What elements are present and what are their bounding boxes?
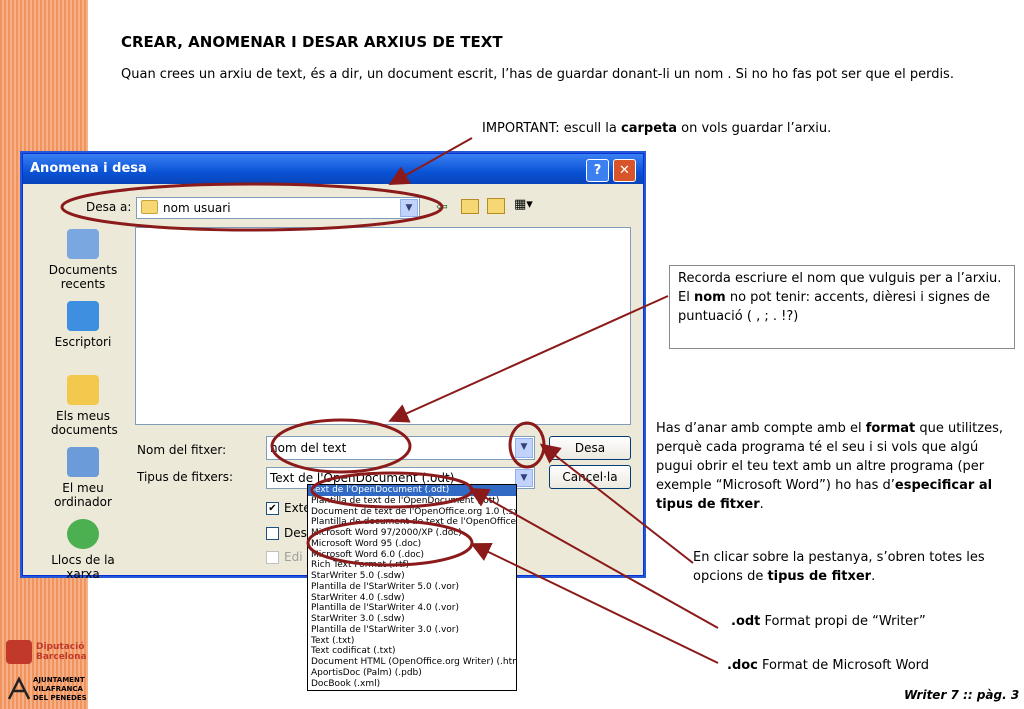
filetype-option[interactable]: Plantilla de l'StarWriter 3.0 (.vor) bbox=[308, 625, 516, 636]
filetype-option[interactable]: DocBook (.xml) bbox=[308, 679, 516, 690]
filetype-option[interactable]: StarWriter 5.0 (.sdw) bbox=[308, 571, 516, 582]
filename-note-box: Recorda escriure el nom que vulguis per … bbox=[669, 265, 1015, 349]
page-footer: Writer 7 :: pàg. 3 bbox=[904, 688, 1020, 702]
filetype-label: Tipus de fitxers: bbox=[137, 470, 234, 484]
filetype-option[interactable]: StarWriter 3.0 (.sdw) bbox=[308, 614, 516, 625]
folder-icon bbox=[141, 200, 158, 214]
save-in-value: nom usuari bbox=[163, 201, 231, 215]
recent-documents-icon bbox=[67, 229, 99, 259]
filetype-option[interactable]: Text de l'OpenDocument (.odt) bbox=[308, 485, 516, 496]
desktop-icon bbox=[67, 301, 99, 331]
dialog-title: Anomena i desa bbox=[30, 161, 147, 176]
back-icon[interactable]: ⇦ bbox=[436, 199, 448, 215]
filetype-option[interactable]: Plantilla de l'StarWriter 5.0 (.vor) bbox=[308, 582, 516, 593]
place-recent[interactable]: Documents recents bbox=[33, 229, 133, 291]
chevron-down-icon[interactable]: ▼ bbox=[515, 438, 533, 458]
ajuntament-logo-text: AJUNTAMENT VILAFRANCA DEL PENEDÈS bbox=[33, 676, 87, 702]
password-checkbox-label: Des bbox=[284, 526, 307, 540]
file-list-area[interactable] bbox=[135, 227, 631, 425]
filetype-option[interactable]: Rich Text Format (.rtf) bbox=[308, 560, 516, 571]
filetype-option[interactable]: StarWriter 4.0 (.sdw) bbox=[308, 593, 516, 604]
place-network[interactable]: Llocs de la xarxa bbox=[33, 519, 133, 581]
dropdown-note: En clicar sobre la pestanya, s’obren tot… bbox=[693, 550, 985, 584]
my-computer-icon bbox=[67, 447, 99, 477]
place-my-documents[interactable]: Els meus documents bbox=[33, 375, 133, 437]
extension-checkbox[interactable]: ✔ bbox=[266, 502, 279, 515]
close-button[interactable]: ✕ bbox=[613, 159, 636, 182]
format-note: Has d’anar amb compte amb el format que … bbox=[656, 421, 1003, 512]
filetype-option[interactable]: Plantilla de text de l'OpenDocument (.ot… bbox=[308, 496, 516, 507]
place-my-computer[interactable]: El meu ordinador bbox=[33, 447, 133, 509]
doc-note: .doc Format de Microsoft Word bbox=[727, 658, 930, 673]
filetype-option[interactable]: AportisDoc (Palm) (.pdb) bbox=[308, 668, 516, 679]
important-note: IMPORTANT: escull la carpeta on vols gua… bbox=[482, 121, 832, 136]
network-places-icon bbox=[67, 519, 99, 549]
filetype-option[interactable]: Microsoft Word 97/2000/XP (.doc) bbox=[308, 528, 516, 539]
my-documents-icon bbox=[67, 375, 99, 405]
filetype-option[interactable]: Text codificat (.txt) bbox=[308, 646, 516, 657]
slide-title: CREAR, ANOMENAR I DESAR ARXIUS DE TEXT bbox=[121, 33, 503, 51]
chevron-down-icon[interactable]: ▼ bbox=[515, 469, 533, 487]
filetype-option[interactable]: Document de text de l'OpenOffice.org 1.0… bbox=[308, 507, 516, 518]
cancel-button[interactable]: Cancel·la bbox=[549, 465, 631, 489]
filetype-option[interactable]: Microsoft Word 6.0 (.doc) bbox=[308, 550, 516, 561]
filetype-option[interactable]: Document HTML (OpenOffice.org Writer) (.… bbox=[308, 657, 516, 668]
place-desktop[interactable]: Escriptori bbox=[33, 301, 133, 349]
filetype-option[interactable]: Plantilla de l'StarWriter 4.0 (.vor) bbox=[308, 603, 516, 614]
save-button[interactable]: Desa bbox=[549, 436, 631, 460]
edit-filter-checkbox-label: Edi bbox=[284, 550, 303, 564]
ajuntament-logo bbox=[7, 676, 31, 700]
help-button[interactable]: ? bbox=[586, 159, 609, 182]
intro-text: Quan crees un arxiu de text, és a dir, u… bbox=[121, 67, 954, 82]
filename-input[interactable]: nom del text ▼ bbox=[266, 436, 535, 460]
diputacio-logo bbox=[6, 640, 32, 664]
dialog-titlebar[interactable]: Anomena i desa ? ✕ bbox=[23, 154, 643, 184]
view-menu-icon[interactable]: ▦▾ bbox=[514, 198, 536, 212]
new-folder-icon[interactable] bbox=[487, 198, 505, 214]
filename-label: Nom del fitxer: bbox=[137, 443, 227, 457]
save-in-combo[interactable]: nom usuari ▼ bbox=[136, 197, 420, 219]
diputacio-logo-text: Diputació Barcelona bbox=[36, 642, 87, 662]
up-folder-icon[interactable] bbox=[461, 199, 479, 214]
password-checkbox[interactable] bbox=[266, 527, 279, 540]
filetype-option[interactable]: Plantilla de document de text de l'OpenO… bbox=[308, 517, 516, 528]
edit-filter-checkbox[interactable] bbox=[266, 551, 279, 564]
filetype-dropdown-list[interactable]: Text de l'OpenDocument (.odt) Plantilla d… bbox=[307, 484, 517, 691]
chevron-down-icon[interactable]: ▼ bbox=[400, 199, 418, 217]
save-in-label: Desa a: bbox=[86, 200, 132, 214]
filetype-option[interactable]: Text (.txt) bbox=[308, 636, 516, 647]
filetype-option[interactable]: Microsoft Word 95 (.doc) bbox=[308, 539, 516, 550]
odt-note: .odt Format propi de “Writer” bbox=[731, 614, 926, 629]
